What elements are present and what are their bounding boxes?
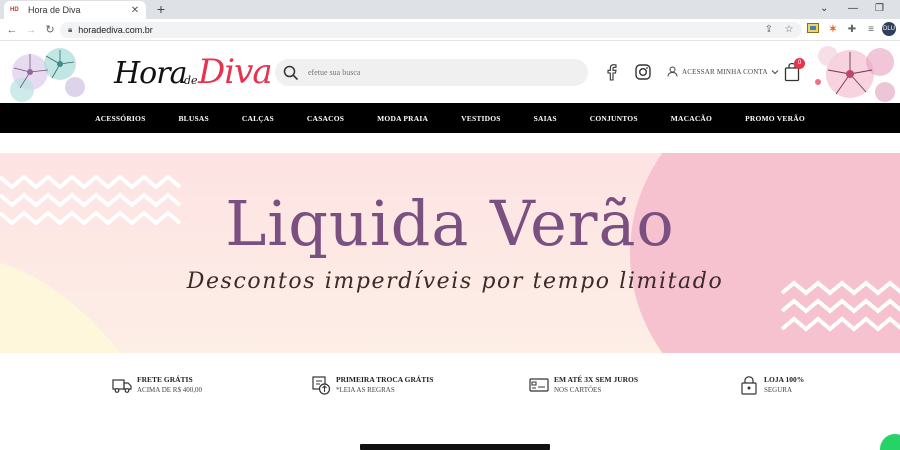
bookmark-star-icon[interactable]: ☆ (782, 23, 796, 37)
exchange-box-icon (312, 376, 331, 395)
nav-item-saias[interactable]: SAIAS (534, 114, 557, 123)
extension-image-icon[interactable] (806, 23, 820, 37)
search-icon[interactable] (283, 65, 299, 81)
search-input[interactable] (308, 68, 568, 77)
benefit-title: FRETE GRÁTIS (137, 375, 193, 384)
extensions-puzzle-icon[interactable]: ✚ (845, 23, 859, 37)
floral-decoration-left (0, 42, 100, 103)
restore-button[interactable]: ❐ (875, 1, 884, 17)
profile-avatar[interactable]: DLU (882, 22, 896, 36)
nav-item-casacos[interactable]: CASACOS (307, 114, 344, 123)
back-arrow-icon[interactable]: ← (5, 22, 19, 38)
benefit-subtitle: NOS CARTÕES (554, 386, 602, 394)
credit-card-icon (529, 378, 549, 392)
extension-star-icon[interactable]: ✶ (826, 23, 840, 37)
site-header: Hora de Diva ACESSAR MINHA CONTA 0 (0, 42, 900, 103)
user-icon (667, 66, 678, 77)
truck-icon (112, 379, 132, 393)
benefit-title: PRIMEIRA TROCA GRÁTIS (336, 375, 434, 384)
chevron-down-icon (771, 69, 779, 74)
address-bar[interactable]: 🔒︎ horadediva.com.br (60, 22, 802, 38)
banner-subtitle: Descontos imperdíveis por tempo limitado (186, 269, 724, 294)
nav-item-conjuntos[interactable]: CONJUNTOS (590, 114, 638, 123)
benefit-first-exchange: PRIMEIRA TROCA GRÁTIS *LEIA AS REGRAS (311, 375, 433, 395)
search-bar[interactable] (275, 59, 588, 86)
benefit-free-shipping: FRETE GRÁTIS ACIMA DE R$ 400,00 (112, 375, 202, 395)
logo-text-de: de (184, 74, 198, 87)
browser-tabstrip: HD Hora de Diva ✕ + ⌄ — ❐ (0, 0, 900, 19)
share-icon[interactable]: ⇪ (762, 23, 776, 37)
lock-icon: 🔒︎ (68, 25, 73, 34)
benefit-title: EM ATÉ 3X SEM JUROS (554, 375, 639, 384)
benefit-subtitle[interactable]: *LEIA AS REGRAS (336, 385, 433, 395)
browser-tab[interactable]: HD Hora de Diva ✕ (4, 1, 146, 19)
nav-item-promo-verao[interactable]: PROMO VERÃO (745, 114, 805, 123)
logo-text-hora: Hora (114, 56, 187, 91)
reading-list-icon[interactable]: ≡ (864, 23, 878, 37)
minimize-button[interactable]: — (848, 1, 858, 17)
benefit-title: LOJA 100% (764, 375, 805, 384)
account-label: ACESSAR MINHA CONTA (682, 67, 768, 76)
forward-arrow-icon[interactable]: → (24, 22, 38, 38)
benefit-subtitle: SEGURA (764, 386, 793, 394)
site-logo[interactable]: Hora de Diva (114, 52, 273, 92)
benefit-subtitle: ACIMA DE R$ 400,00 (137, 386, 202, 394)
logo-text-diva: Diva (198, 52, 273, 92)
nav-item-macacao[interactable]: MACACÃO (671, 114, 712, 123)
benefit-secure-store: LOJA 100% SEGURA (739, 375, 804, 395)
section-heading-cutoff (360, 444, 550, 450)
benefit-installments: EM ATÉ 3X SEM JUROS NOS CARTÕES (529, 375, 638, 395)
nav-item-calcas[interactable]: CALÇAS (242, 114, 274, 123)
nav-item-vestidos[interactable]: VESTIDOS (461, 114, 501, 123)
account-link[interactable]: ACESSAR MINHA CONTA (667, 66, 779, 77)
nav-item-blusas[interactable]: BLUSAS (178, 114, 208, 123)
whatsapp-icon[interactable] (880, 434, 900, 450)
site-favicon-icon: HD (10, 6, 19, 13)
facebook-icon[interactable] (603, 63, 621, 81)
promo-banner[interactable]: Liquida Verão Descontos imperdíveis por … (0, 153, 900, 353)
instagram-icon[interactable] (634, 63, 652, 81)
tab-search-icon[interactable]: ⌄ (820, 1, 828, 17)
padlock-icon (741, 376, 757, 395)
banner-title: Liquida Verão (225, 187, 675, 260)
floral-decoration-right (800, 42, 900, 103)
url-text: horadediva.com.br (78, 25, 153, 35)
reload-icon[interactable]: ↻ (43, 22, 57, 38)
browser-toolbar: ← → ↻ 🔒︎ horadediva.com.br ⇪ ☆ ✶ ✚ ≡ DLU (0, 19, 900, 41)
category-nav: ACESSÓRIOS BLUSAS CALÇAS CASACOS MODA PR… (0, 103, 900, 133)
tab-close-icon[interactable]: ✕ (130, 5, 140, 16)
nav-item-moda-praia[interactable]: MODA PRAIA (377, 114, 428, 123)
new-tab-button[interactable]: + (154, 1, 168, 18)
tab-title: Hora de Diva (28, 5, 81, 15)
nav-item-acessorios[interactable]: ACESSÓRIOS (95, 114, 145, 123)
